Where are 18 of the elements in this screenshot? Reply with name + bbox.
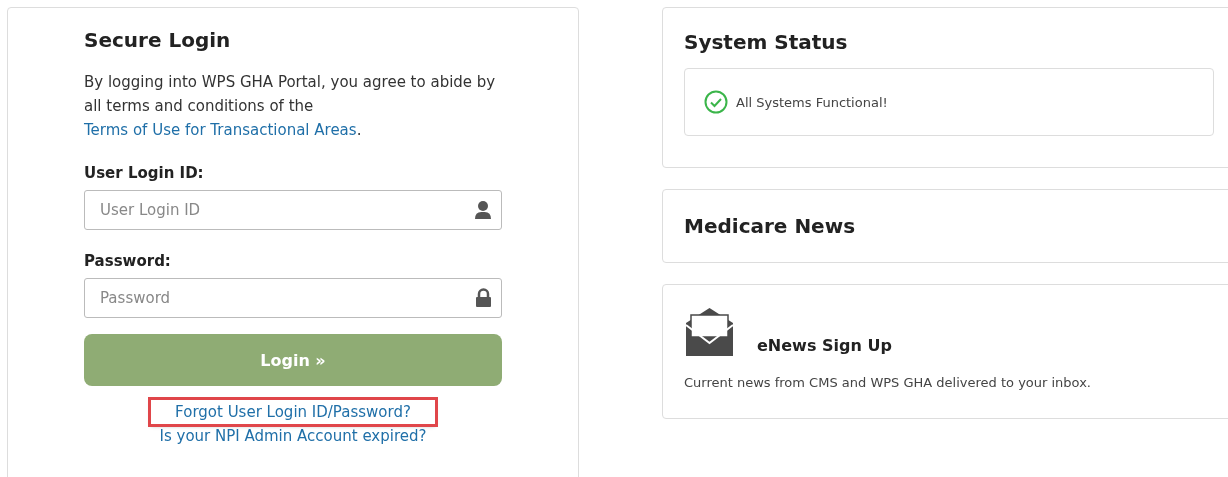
input-field[interactable]: Password bbox=[84, 278, 502, 318]
enews-title: eNews Sign Up bbox=[757, 336, 892, 355]
status-message: All Systems Functional! bbox=[736, 94, 888, 110]
help-link[interactable]: Forgot User Login ID/Password? bbox=[151, 400, 435, 424]
lock-icon bbox=[475, 288, 492, 308]
user-icon bbox=[474, 200, 492, 220]
input-field[interactable]: User Login ID bbox=[84, 190, 502, 230]
check-circle-icon bbox=[704, 90, 728, 114]
help-link[interactable]: Is your NPI Admin Account expired? bbox=[135, 424, 451, 448]
status-title: System Status bbox=[684, 30, 849, 54]
enews-description: Current news from CMS and WPS GHA delivered to your inbox. bbox=[684, 375, 1092, 390]
terms-link[interactable]: Terms of Use for Transactional Areas bbox=[84, 121, 357, 139]
field-label: Password: bbox=[84, 252, 172, 270]
agreement-text: By logging into WPS GHA Portal, you agree to abide by all terms and conditions of the Terms of Use for Transactional Areas. bbox=[84, 72, 497, 141]
news-title: Medicare News bbox=[684, 214, 857, 238]
field-label: User Login ID: bbox=[84, 164, 205, 182]
login-title: Secure Login bbox=[84, 28, 232, 52]
envelope-icon bbox=[684, 307, 735, 357]
